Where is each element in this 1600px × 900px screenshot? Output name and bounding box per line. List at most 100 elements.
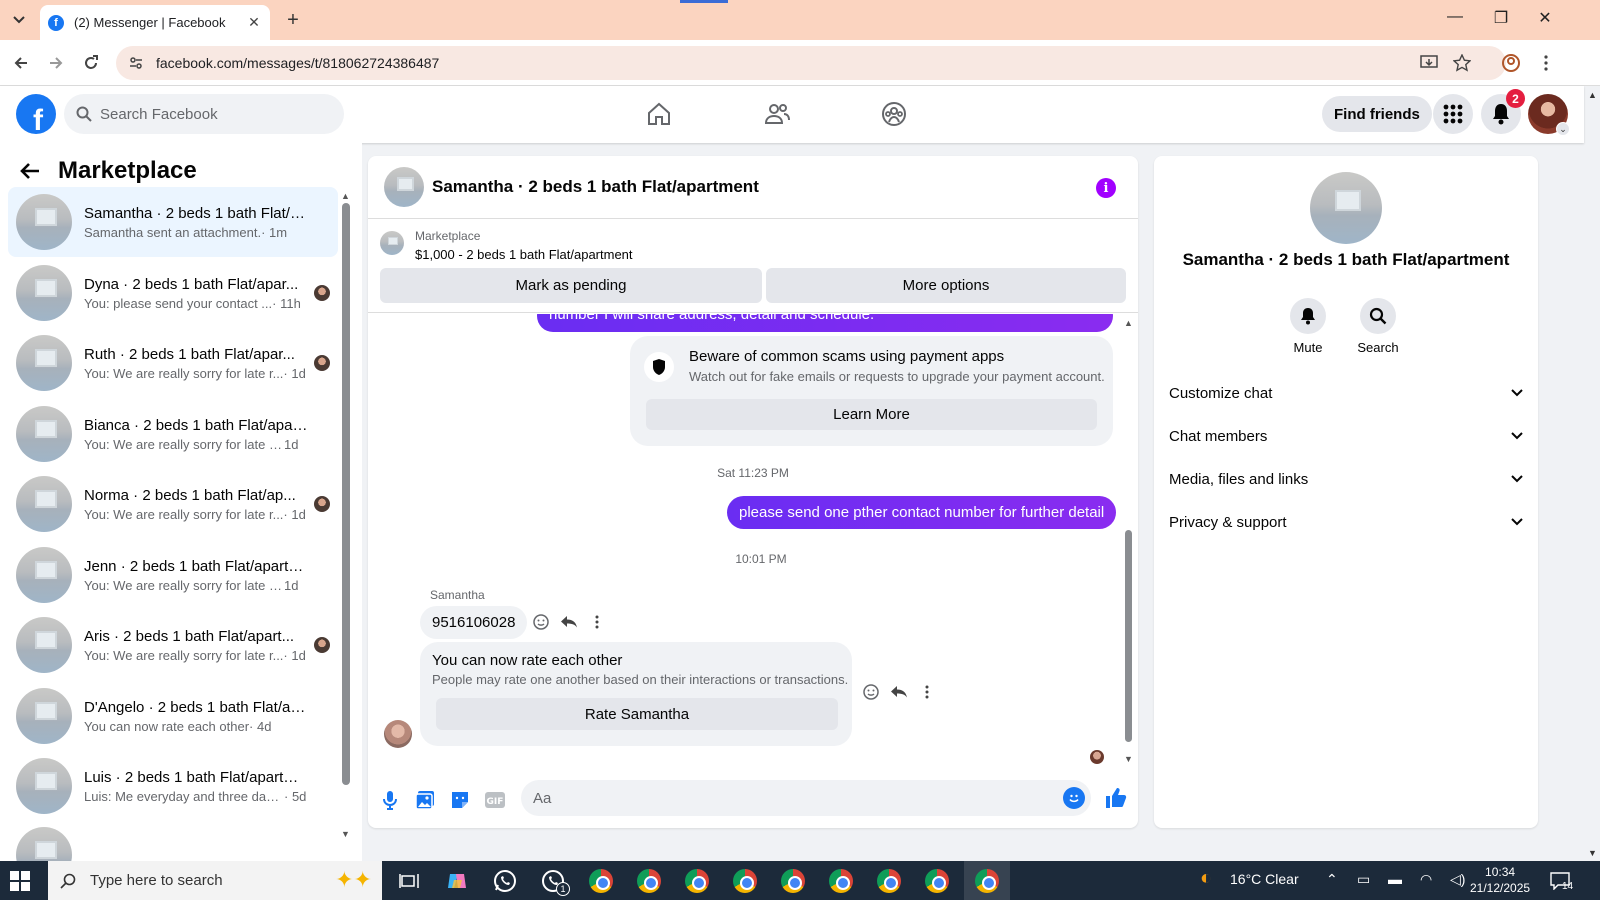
customize-chat-row[interactable]: Customize chat <box>1169 375 1523 411</box>
menu-grid-icon[interactable] <box>1433 94 1473 134</box>
close-window-button[interactable]: ✕ <box>1522 8 1568 28</box>
bookmark-star-icon[interactable] <box>1451 52 1473 74</box>
site-settings-icon[interactable] <box>128 55 144 71</box>
chat-listing-thumbnail[interactable] <box>384 167 424 207</box>
close-tab-icon[interactable]: ✕ <box>246 14 262 31</box>
more-actions-icon[interactable] <box>588 613 606 631</box>
chat-scrollbar[interactable] <box>1125 530 1132 742</box>
taskbar-clock[interactable]: 10:34 21/12/2025 <box>1470 864 1530 896</box>
more-actions-icon[interactable] <box>918 683 936 701</box>
gif-icon[interactable]: GIF <box>483 788 507 812</box>
chat-members-row[interactable]: Chat members <box>1169 418 1523 454</box>
taskbar-search[interactable]: Type here to search ✦✦ <box>48 861 382 900</box>
scroll-up-arrow[interactable]: ▲ <box>1124 318 1133 328</box>
conversation-item[interactable]: Samantha · 2 beds 1 bath Flat/a... Saman… <box>8 187 338 257</box>
chrome-app-icon[interactable] <box>778 866 808 896</box>
back-icon[interactable] <box>10 52 32 74</box>
scroll-down-arrow[interactable]: ▼ <box>341 829 350 839</box>
forward-icon[interactable] <box>45 52 67 74</box>
task-view-icon[interactable] <box>394 866 424 896</box>
emoji-icon[interactable] <box>1063 787 1085 809</box>
chrome-app-icon[interactable] <box>682 866 712 896</box>
conversation-item[interactable]: Ruth · 2 beds 1 bath Flat/apar... You: W… <box>8 328 338 398</box>
media-files-links-row[interactable]: Media, files and links <box>1169 461 1523 497</box>
conversation-item[interactable]: Luis · 2 beds 1 bath Flat/apartme... Lui… <box>8 751 338 821</box>
reply-icon[interactable] <box>890 683 908 701</box>
facebook-search[interactable] <box>64 94 344 134</box>
outgoing-message[interactable]: please send one pther contact number for… <box>727 496 1117 529</box>
listing-price-title[interactable]: $1,000 - 2 beds 1 bath Flat/apartment <box>415 247 633 262</box>
more-options-button[interactable]: More options <box>766 268 1126 303</box>
conversation-item[interactable]: Dyna · 2 beds 1 bath Flat/apar... You: p… <box>8 258 338 328</box>
conversation-item[interactable]: D'Angelo · 2 beds 1 bath Flat/ap... You … <box>8 681 338 751</box>
chrome-app-icon[interactable] <box>730 866 760 896</box>
rate-samantha-button[interactable]: Rate Samantha <box>436 698 838 730</box>
mark-as-pending-button[interactable]: Mark as pending <box>380 268 762 303</box>
whatsapp-icon[interactable] <box>490 866 520 896</box>
react-emoji-icon[interactable] <box>862 683 880 701</box>
conversation-item-partial[interactable] <box>8 823 338 861</box>
omnibox[interactable]: facebook.com/messages/t/818062724386487 <box>116 46 1506 80</box>
mute-button[interactable]: Mute <box>1278 298 1338 355</box>
install-app-icon[interactable] <box>1418 52 1440 74</box>
tab-search-button[interactable] <box>8 9 30 31</box>
chrome-app-icon[interactable] <box>826 866 856 896</box>
conversation-item[interactable]: Bianca · 2 beds 1 bath Flat/apart... You… <box>8 399 338 469</box>
chat-title[interactable]: Samantha · 2 beds 1 bath Flat/apartment <box>432 177 759 197</box>
groups-icon[interactable] <box>878 98 910 130</box>
back-arrow-icon[interactable] <box>20 162 40 180</box>
battery-icon[interactable]: ▬ <box>1388 871 1402 887</box>
restore-button[interactable]: ❐ <box>1478 8 1524 28</box>
home-icon[interactable] <box>643 98 675 130</box>
photo-icon[interactable] <box>413 788 437 812</box>
incoming-message[interactable]: 9516106028 <box>420 606 528 639</box>
chrome-app-icon[interactable] <box>922 866 952 896</box>
conversation-item[interactable]: Jenn · 2 beds 1 bath Flat/apartm... You:… <box>8 540 338 610</box>
conversation-item[interactable]: Norma · 2 beds 1 bath Flat/ap... You: We… <box>8 469 338 539</box>
outgoing-message-partial[interactable]: number I will share address, detail and … <box>537 314 1113 332</box>
scroll-down-arrow[interactable]: ▼ <box>1124 754 1133 764</box>
wifi-icon[interactable]: ◠ <box>1420 871 1432 888</box>
facebook-logo-icon[interactable]: f <box>16 94 56 134</box>
page-scroll-up-arrow[interactable]: ▲ <box>1588 90 1597 100</box>
sidebar-scrollbar[interactable] <box>342 203 350 785</box>
message-input[interactable] <box>533 789 1033 807</box>
browser-menu-icon[interactable] <box>1535 52 1557 74</box>
profile-icon[interactable] <box>1500 52 1522 74</box>
conversation-item[interactable]: Aris · 2 beds 1 bath Flat/apart... You: … <box>8 610 338 680</box>
volume-icon[interactable]: ◁) <box>1450 871 1465 888</box>
windows-start-icon[interactable] <box>10 871 30 891</box>
chrome-app-icon[interactable] <box>586 866 616 896</box>
privacy-support-row[interactable]: Privacy & support <box>1169 504 1523 540</box>
learn-more-button[interactable]: Learn More <box>646 399 1097 430</box>
notification-center-icon[interactable]: 14 <box>1550 869 1573 892</box>
sender-avatar[interactable] <box>384 720 412 748</box>
friends-icon[interactable] <box>761 98 793 130</box>
reload-icon[interactable] <box>80 52 102 74</box>
weather-icon[interactable]: ◐ <box>1200 867 1212 890</box>
thumbs-up-icon[interactable] <box>1104 786 1128 810</box>
copilot-icon[interactable] <box>442 866 472 896</box>
chrome-app-icon[interactable] <box>874 866 904 896</box>
account-avatar[interactable]: ⌄ <box>1528 94 1570 136</box>
chrome-app-icon-active[interactable] <box>964 861 1010 900</box>
chrome-app-icon[interactable] <box>634 866 664 896</box>
meet-now-icon[interactable]: ▭ <box>1357 871 1370 888</box>
new-tab-button[interactable]: + <box>282 9 304 31</box>
whatsapp-business-icon[interactable]: 1 <box>538 866 570 896</box>
weather-text[interactable]: 16°C Clear <box>1230 871 1299 887</box>
find-friends-button[interactable]: Find friends <box>1322 96 1432 132</box>
message-input-box[interactable] <box>521 780 1091 816</box>
chevron-up-icon[interactable]: ⌃ <box>1326 871 1338 888</box>
search-input[interactable] <box>100 105 320 123</box>
react-emoji-icon[interactable] <box>532 613 550 631</box>
url-text[interactable]: facebook.com/messages/t/818062724386487 <box>156 55 439 71</box>
reply-icon[interactable] <box>560 613 578 631</box>
minimize-button[interactable]: — <box>1432 8 1478 26</box>
sticker-icon[interactable] <box>448 788 472 812</box>
info-icon[interactable]: i <box>1096 178 1116 198</box>
page-scroll-down-arrow[interactable]: ▼ <box>1588 848 1597 858</box>
browser-tab[interactable]: f (2) Messenger | Facebook ✕ <box>40 5 270 40</box>
profile-listing-thumbnail[interactable] <box>1310 172 1382 244</box>
scroll-up-arrow[interactable]: ▲ <box>341 191 350 201</box>
